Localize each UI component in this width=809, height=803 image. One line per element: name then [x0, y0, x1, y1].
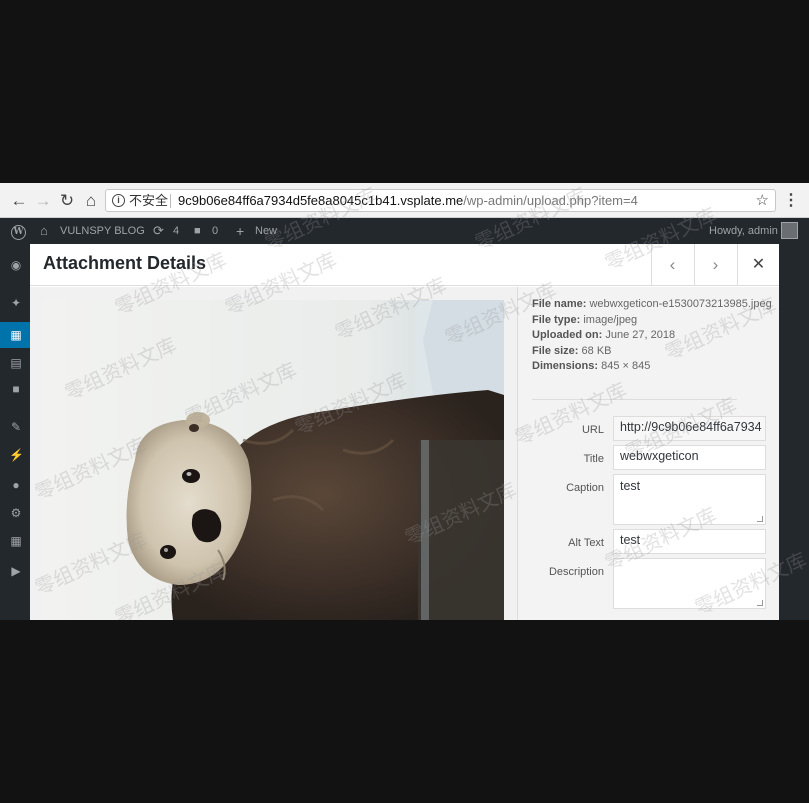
file-type-row: File type: image/jpeg: [532, 313, 772, 329]
title-field[interactable]: webwxgeticon: [613, 445, 766, 470]
description-field[interactable]: [613, 558, 766, 609]
modal-header: Attachment Details ‹ › ✕: [30, 244, 779, 286]
new-link[interactable]: New: [255, 218, 277, 244]
settings-icon[interactable]: ▦: [9, 534, 23, 548]
title-label: Title: [583, 453, 604, 465]
reload-icon[interactable]: ↻: [55, 189, 79, 213]
file-name-value: webwxgeticon-e1530073213985.jpeg: [589, 298, 772, 310]
home-icon: ⌂: [40, 223, 48, 238]
dimensions-value: 845 × 845: [601, 360, 651, 372]
home-icon[interactable]: ⌂: [79, 189, 103, 213]
url-path: /wp-admin/upload.php?item=4: [463, 193, 638, 208]
howdy-link[interactable]: Howdy, admin: [709, 218, 778, 244]
description-label: Description: [548, 566, 604, 578]
dashboard-icon[interactable]: ◉: [9, 258, 23, 272]
appearance-icon[interactable]: ✎: [9, 420, 23, 434]
dimensions-row: Dimensions: 845 × 845: [532, 359, 772, 375]
plugins-icon[interactable]: ⚡: [9, 448, 24, 462]
otter-photo: [43, 300, 504, 620]
security-label: 不安全: [129, 193, 169, 208]
chevron-right-icon: ›: [712, 255, 719, 274]
dimensions-label: Dimensions:: [532, 360, 599, 372]
file-size-value: 68 KB: [581, 344, 612, 357]
caption-field[interactable]: test: [613, 474, 766, 525]
browser-toolbar: ← → ↻ ⌂ i 不安全 9c9b06e84ff6a7934d5fe8a804…: [0, 183, 809, 218]
file-type-label: File type:: [532, 313, 581, 326]
url-field[interactable]: http://9c9b06e84ff6a7934: [613, 416, 766, 441]
attachment-details-modal: Attachment Details ‹ › ✕ File name: webw…: [30, 244, 779, 620]
caption-value: test: [620, 479, 641, 493]
media-icon[interactable]: ▦: [9, 328, 23, 342]
previous-button[interactable]: ‹: [651, 244, 693, 286]
updates-count[interactable]: 4: [173, 218, 179, 244]
tools-icon[interactable]: ⚙: [9, 506, 23, 520]
admin-sidebar: ◉ ✦ ▦ ▤ ■ ✎ ⚡ ● ⚙ ▦ ▶: [0, 244, 30, 620]
address-bar[interactable]: i 不安全 9c9b06e84ff6a7934d5fe8a8045c1b41.v…: [105, 189, 776, 212]
attachment-info-panel: File name: webwxgeticon-e1530073213985.j…: [517, 287, 779, 620]
info-icon[interactable]: i: [112, 194, 125, 207]
next-button[interactable]: ›: [694, 244, 736, 286]
close-button[interactable]: ✕: [737, 244, 779, 286]
users-icon[interactable]: ●: [9, 478, 23, 492]
plus-icon[interactable]: +: [236, 218, 244, 244]
alt-text-label: Alt Text: [568, 537, 604, 549]
star-icon[interactable]: ☆: [756, 190, 769, 211]
uploaded-label: Uploaded on:: [532, 329, 603, 341]
comments-count[interactable]: 0: [212, 218, 218, 244]
url-host: 9c9b06e84ff6a7934d5fe8a8045c1b41.vsplate…: [178, 193, 464, 208]
uploaded-row: Uploaded on: June 27, 2018: [532, 328, 772, 344]
file-info: File name: webwxgeticon-e1530073213985.j…: [532, 297, 772, 375]
attachment-image: [43, 300, 504, 620]
omnibox-divider: [170, 194, 171, 208]
page-title: Attachment Details: [43, 253, 207, 273]
site-name-link[interactable]: VULNSPY BLOG: [60, 218, 145, 244]
url-label: URL: [581, 424, 604, 436]
chevron-left-icon: ‹: [669, 255, 676, 274]
file-name-row: File name: webwxgeticon-e1530073213985.j…: [532, 297, 772, 313]
caption-label: Caption: [566, 482, 604, 494]
pin-icon[interactable]: ✦: [9, 296, 23, 310]
file-type-value: image/jpeg: [583, 313, 638, 326]
pages-icon[interactable]: ▤: [9, 356, 23, 370]
wordpress-logo-icon[interactable]: W: [11, 218, 26, 244]
media-preview-area: [30, 287, 517, 620]
file-size-label: File size:: [532, 344, 579, 357]
comments-icon[interactable]: ■: [194, 218, 201, 244]
close-icon: ✕: [751, 256, 766, 273]
resize-handle-icon[interactable]: [757, 600, 763, 606]
updates-icon[interactable]: ⟳: [153, 218, 164, 244]
collapse-icon[interactable]: ▶: [9, 564, 23, 578]
comments-icon[interactable]: ■: [9, 382, 23, 396]
url-text: 9c9b06e84ff6a7934d5fe8a8045c1b41.vsplate…: [178, 190, 638, 211]
resize-handle-icon[interactable]: [757, 516, 763, 522]
avatar[interactable]: [781, 222, 798, 239]
file-size-row: File size: 68 KB: [532, 344, 772, 360]
menu-icon[interactable]: ⋮: [783, 189, 799, 213]
forward-icon[interactable]: →: [31, 189, 55, 213]
alt-text-field[interactable]: test: [613, 529, 766, 554]
browser-window: ← → ↻ ⌂ i 不安全 9c9b06e84ff6a7934d5fe8a804…: [0, 183, 809, 620]
divider: [532, 399, 737, 400]
back-icon[interactable]: ←: [7, 189, 31, 213]
wp-admin-bar: W ⌂ VULNSPY BLOG ⟳ 4 ■ 0 + New Howdy, ad…: [0, 218, 809, 244]
uploaded-value: June 27, 2018: [605, 329, 676, 341]
file-name-label: File name:: [532, 298, 587, 310]
